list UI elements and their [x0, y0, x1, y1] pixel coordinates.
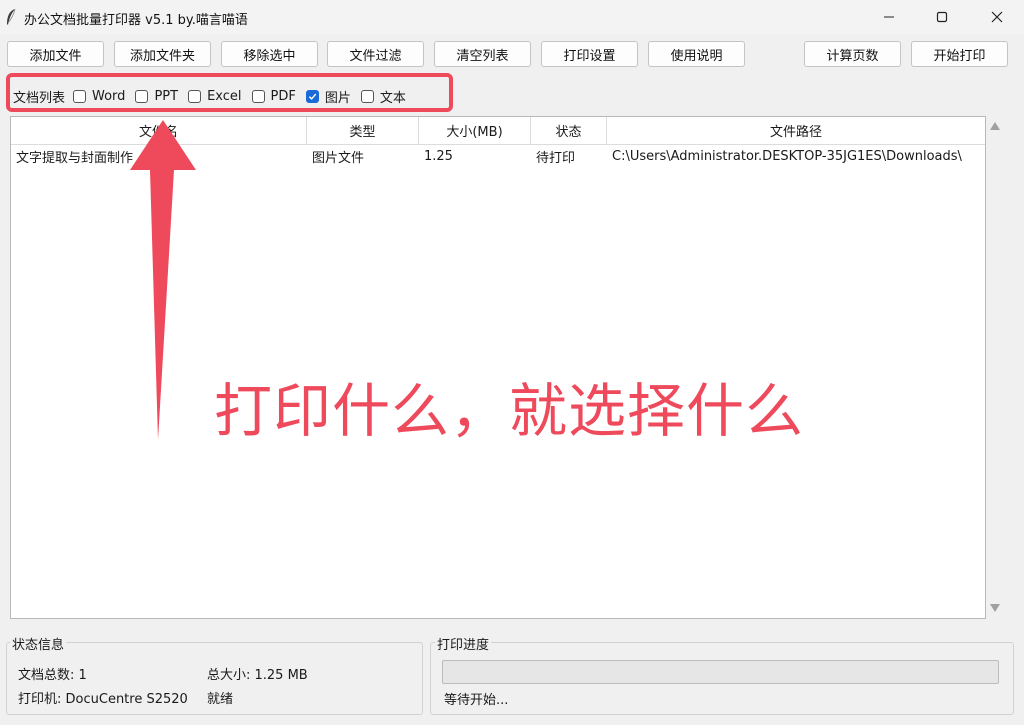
cell-path: C:\Users\Administrator.DESKTOP-35JG1ES\D… — [612, 148, 962, 164]
minimize-icon — [884, 16, 894, 18]
usage-help-button[interactable]: 使用说明 — [648, 41, 745, 67]
maximize-button[interactable] — [917, 0, 967, 34]
column-header-status[interactable]: 状态 — [531, 117, 607, 144]
clear-list-button[interactable]: 清空列表 — [434, 41, 531, 67]
status-state: 就绪 — [207, 692, 234, 707]
print-settings-button[interactable]: 打印设置 — [541, 41, 638, 67]
close-button[interactable] — [972, 0, 1022, 34]
progress-status-text: 等待开始... — [444, 693, 509, 708]
remove-selected-button[interactable]: 移除选中 — [221, 41, 318, 67]
cell-size: 1.25 — [424, 148, 453, 164]
title-bar: 办公文档批量打印器 v5.1 by.喵言喵语 — [0, 0, 1024, 34]
start-print-button[interactable]: 开始打印 — [911, 41, 1008, 67]
add-folder-button[interactable]: 添加文件夹 — [114, 41, 211, 67]
window-title: 办公文档批量打印器 v5.1 by.喵言喵语 — [24, 13, 248, 28]
count-pages-button[interactable]: 计算页数 — [804, 41, 901, 67]
cell-type: 图片文件 — [312, 150, 365, 166]
minimize-button[interactable] — [864, 0, 914, 34]
progress-panel-title: 打印进度 — [435, 634, 492, 653]
status-panel-title: 状态信息 — [10, 634, 67, 653]
feather-icon — [7, 8, 16, 25]
annotation-text: 打印什么，就选择什么 — [214, 377, 805, 445]
column-header-size[interactable]: 大小(MB) — [419, 117, 531, 144]
close-icon — [991, 11, 1003, 23]
scroll-up-icon[interactable] — [990, 122, 1000, 130]
printer-name: 打印机: DocuCentre S2520 — [18, 692, 188, 707]
annotation-arrow-icon — [130, 120, 196, 440]
maximize-icon — [936, 11, 948, 23]
file-filter-button[interactable]: 文件过滤 — [327, 41, 424, 67]
print-progress-bar — [442, 660, 999, 684]
scroll-down-icon[interactable] — [990, 604, 1000, 612]
cell-status: 待打印 — [536, 150, 576, 166]
total-size: 总大小: 1.25 MB — [207, 668, 308, 683]
filter-highlight-annotation — [6, 73, 453, 112]
table-scrollbar[interactable] — [986, 116, 1004, 619]
column-header-type[interactable]: 类型 — [307, 117, 419, 144]
doc-count: 文档总数: 1 — [18, 668, 87, 683]
add-file-button[interactable]: 添加文件 — [7, 41, 104, 67]
column-header-path[interactable]: 文件路径 — [607, 117, 985, 144]
